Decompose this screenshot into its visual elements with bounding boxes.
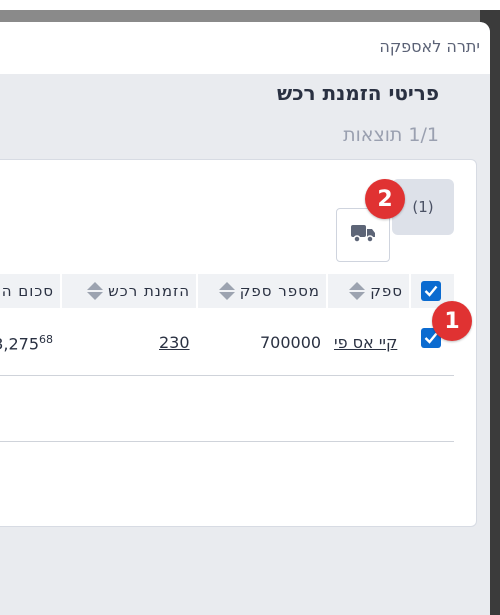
top-strip bbox=[0, 0, 500, 10]
supplier-number: 700000 bbox=[260, 333, 322, 352]
column-header-amount[interactable]: סכום ה bbox=[0, 274, 60, 308]
amount-value: 3,27568 bbox=[0, 333, 53, 353]
column-label-amount: סכום ה bbox=[1, 282, 54, 300]
column-header-supplier[interactable]: ספק bbox=[328, 274, 409, 308]
section-title: פריטי הזמנת רכש bbox=[277, 81, 439, 105]
annotation-badge-1: 1 bbox=[432, 301, 472, 341]
truck-icon bbox=[349, 222, 377, 248]
check-icon bbox=[424, 285, 438, 297]
sort-icon[interactable] bbox=[218, 282, 235, 300]
row-divider bbox=[0, 375, 454, 376]
amount-cents: 68 bbox=[39, 333, 53, 346]
sort-icon[interactable] bbox=[349, 282, 366, 300]
annotation-badge-2: 2 bbox=[365, 179, 405, 219]
column-label-supplier: ספק bbox=[370, 282, 403, 300]
panel-title: יתרה לאספקה bbox=[379, 37, 480, 56]
supplier-link[interactable]: קיי אס פי bbox=[334, 333, 397, 352]
column-header-supplier-number[interactable]: מספר ספק bbox=[198, 274, 326, 308]
panel-header: יתרה לאספקה bbox=[0, 22, 490, 74]
amount-main: 3,275 bbox=[0, 334, 39, 354]
column-label-purchase-order: הזמנת רכש bbox=[108, 282, 190, 300]
results-count: 1/1 תוצאות bbox=[343, 124, 439, 146]
sort-icon[interactable] bbox=[87, 282, 104, 300]
row-divider bbox=[0, 441, 454, 442]
column-label-supplier-number: מספר ספק bbox=[239, 282, 320, 300]
select-all-checkbox[interactable] bbox=[421, 281, 441, 301]
purchase-order-link[interactable]: 230 bbox=[159, 333, 190, 352]
column-header-purchase-order[interactable]: הזמנת רכש bbox=[62, 274, 196, 308]
